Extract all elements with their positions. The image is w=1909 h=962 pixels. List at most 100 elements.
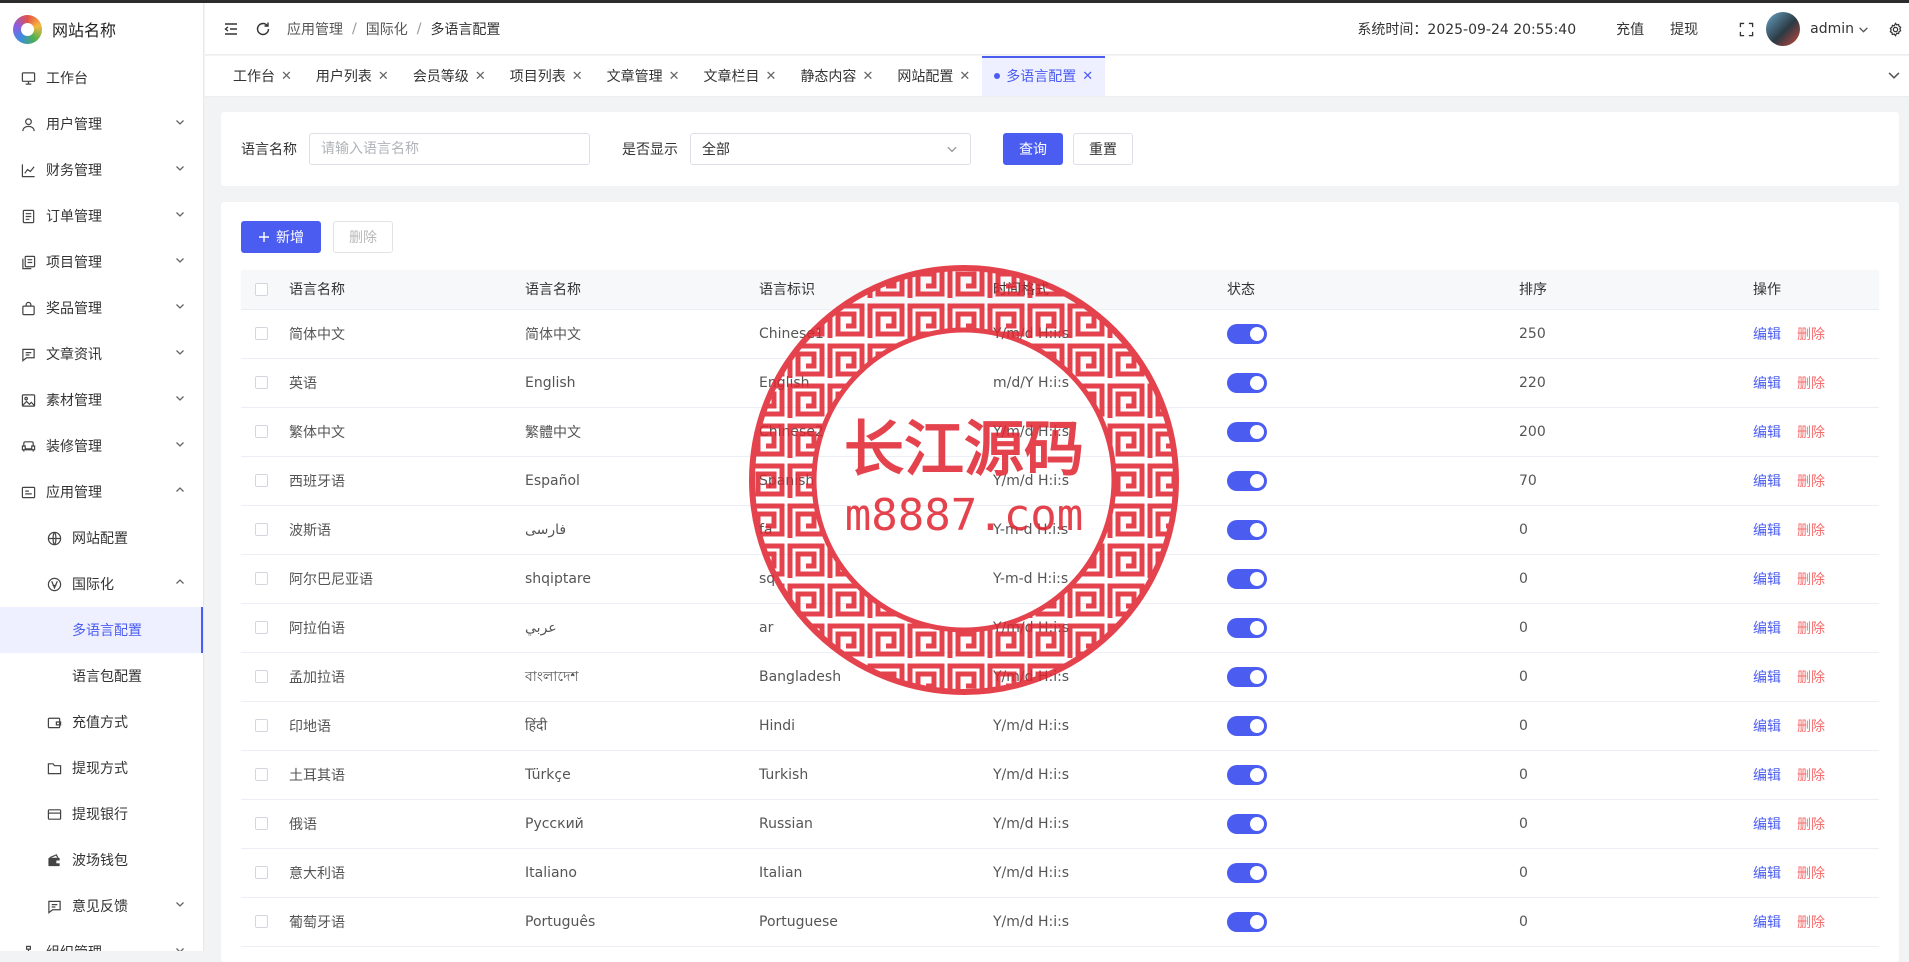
row-checkbox[interactable] [255,866,268,879]
edit-link[interactable]: 编辑 [1753,817,1781,833]
settings-gear-icon[interactable] [1885,19,1905,39]
row-checkbox[interactable] [255,376,268,389]
row-checkbox[interactable] [255,523,268,536]
edit-link[interactable]: 编辑 [1753,768,1781,784]
sidebar-item-decoration[interactable]: 装修管理 [0,423,203,469]
brand-logo[interactable]: 网站名称 [0,3,203,55]
row-checkbox[interactable] [255,915,268,928]
status-toggle[interactable] [1227,421,1267,442]
menu-fold-icon[interactable] [221,19,241,39]
close-icon[interactable]: ✕ [475,69,486,84]
tab-article-management[interactable]: 文章管理 ✕ [595,56,692,96]
sidebar-item-orders[interactable]: 订单管理 [0,193,203,239]
delete-link[interactable]: 删除 [1797,474,1825,490]
status-toggle[interactable] [1227,715,1267,736]
delete-link[interactable]: 删除 [1797,866,1825,882]
edit-link[interactable]: 编辑 [1753,572,1781,588]
sidebar-item-multilang[interactable]: 多语言配置 [0,607,203,653]
edit-link[interactable]: 编辑 [1753,474,1781,490]
delete-link[interactable]: 删除 [1797,572,1825,588]
delete-link[interactable]: 删除 [1797,915,1825,931]
row-checkbox[interactable] [255,425,268,438]
sidebar-item-prizes[interactable]: 奖品管理 [0,285,203,331]
query-button[interactable]: 查询 [1003,133,1063,165]
row-checkbox[interactable] [255,621,268,634]
edit-link[interactable]: 编辑 [1753,719,1781,735]
delete-link[interactable]: 删除 [1797,670,1825,686]
username[interactable]: admin [1810,21,1854,37]
row-checkbox[interactable] [255,474,268,487]
status-toggle[interactable] [1227,911,1267,932]
tab-site-config[interactable]: 网站配置 ✕ [885,56,982,96]
language-name-input[interactable] [309,133,590,165]
status-toggle[interactable] [1227,372,1267,393]
sidebar-item-tron-wallet[interactable]: 波场钱包 [0,837,203,883]
tab-dashboard[interactable]: 工作台 ✕ [221,56,304,96]
status-toggle[interactable] [1227,519,1267,540]
tab-user-list[interactable]: 用户列表 ✕ [304,56,401,96]
row-checkbox[interactable] [255,572,268,585]
delete-link[interactable]: 删除 [1797,817,1825,833]
sidebar-item-materials[interactable]: 素材管理 [0,377,203,423]
batch-delete-button[interactable]: 删除 [333,221,393,253]
delete-link[interactable]: 删除 [1797,719,1825,735]
status-toggle[interactable] [1227,568,1267,589]
edit-link[interactable]: 编辑 [1753,327,1781,343]
tab-multilang-config[interactable]: 多语言配置 ✕ [982,56,1106,96]
row-checkbox[interactable] [255,768,268,781]
row-checkbox[interactable] [255,670,268,683]
tabs-more-chevron-icon[interactable] [1887,68,1901,82]
recharge-link[interactable]: 充值 [1616,19,1644,39]
close-icon[interactable]: ✕ [862,69,873,84]
show-status-select[interactable]: 全部 [690,133,971,165]
sidebar-item-feedback[interactable]: 意见反馈 [0,883,203,929]
select-all-checkbox[interactable] [255,282,268,296]
sidebar-item-i18n[interactable]: 国际化 [0,561,203,607]
sidebar-item-site-config[interactable]: 网站配置 [0,515,203,561]
tab-static-content[interactable]: 静态内容 ✕ [788,56,885,96]
avatar[interactable] [1766,12,1801,46]
sidebar-item-projects[interactable]: 项目管理 [0,239,203,285]
sidebar-item-apps[interactable]: 应用管理 [0,469,203,515]
edit-link[interactable]: 编辑 [1753,670,1781,686]
sidebar-item-langpack[interactable]: 语言包配置 [0,653,203,699]
add-button[interactable]: 新增 [241,221,321,253]
status-toggle[interactable] [1227,813,1267,834]
close-icon[interactable]: ✕ [1082,69,1093,84]
refresh-icon[interactable] [253,19,273,39]
chevron-down-icon[interactable] [1858,24,1869,35]
close-icon[interactable]: ✕ [281,69,292,84]
sidebar-item-users[interactable]: 用户管理 [0,101,203,147]
delete-link[interactable]: 删除 [1797,376,1825,392]
row-checkbox[interactable] [255,327,268,340]
status-toggle[interactable] [1227,862,1267,883]
breadcrumb-item[interactable]: 应用管理 [287,19,343,39]
sidebar-item-finance[interactable]: 财务管理 [0,147,203,193]
delete-link[interactable]: 删除 [1797,768,1825,784]
row-checkbox[interactable] [255,817,268,830]
status-toggle[interactable] [1227,470,1267,491]
status-toggle[interactable] [1227,617,1267,638]
sidebar-item-organization[interactable]: 组织管理 [0,929,203,951]
delete-link[interactable]: 删除 [1797,425,1825,441]
withdraw-link[interactable]: 提现 [1670,19,1698,39]
breadcrumb-item[interactable]: 国际化 [366,19,408,39]
status-toggle[interactable] [1227,666,1267,687]
close-icon[interactable]: ✕ [766,69,777,84]
tab-member-levels[interactable]: 会员等级 ✕ [401,56,498,96]
status-toggle[interactable] [1227,323,1267,344]
sidebar-item-withdraw-banks[interactable]: 提现银行 [0,791,203,837]
close-icon[interactable]: ✕ [669,69,680,84]
tab-article-columns[interactable]: 文章栏目 ✕ [692,56,789,96]
sidebar-item-recharge[interactable]: 充值方式 [0,699,203,745]
sidebar-item-dashboard[interactable]: 工作台 [0,55,203,101]
delete-link[interactable]: 删除 [1797,327,1825,343]
edit-link[interactable]: 编辑 [1753,376,1781,392]
close-icon[interactable]: ✕ [959,69,970,84]
edit-link[interactable]: 编辑 [1753,425,1781,441]
sidebar-item-articles[interactable]: 文章资讯 [0,331,203,377]
close-icon[interactable]: ✕ [572,69,583,84]
edit-link[interactable]: 编辑 [1753,621,1781,637]
status-toggle[interactable] [1227,764,1267,785]
edit-link[interactable]: 编辑 [1753,915,1781,931]
